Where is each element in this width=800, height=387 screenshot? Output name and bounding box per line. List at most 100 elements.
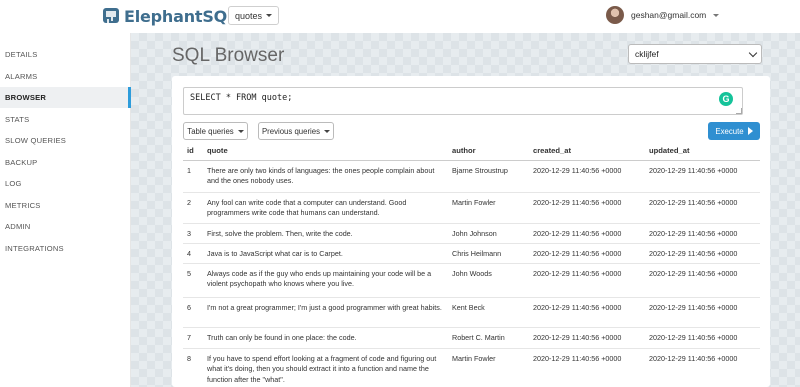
caret-down-icon (266, 14, 273, 17)
execute-label: Execute (715, 126, 744, 136)
results-table: id quote author created_at updated_at 1 … (183, 142, 760, 387)
chevron-down-icon (748, 48, 758, 57)
table-cell: 2020-12-29 11:40:56 +0000 (645, 348, 760, 387)
table-cell: 2020-12-29 11:40:56 +0000 (645, 263, 760, 298)
table-row: 8 If you have to spend effort looking at… (183, 348, 760, 387)
user-menu[interactable]: geshan@gmail.com (606, 6, 720, 24)
sidebar-item-alarms[interactable]: ALARMS (0, 66, 131, 87)
sidebar-item-slow-queries[interactable]: SLOW QUERIES (0, 130, 131, 151)
table-cell: 2 (183, 192, 203, 224)
table-cell: Truth can only be found in one place: th… (203, 327, 448, 349)
table-cell: 2020-12-29 11:40:56 +0000 (645, 223, 760, 244)
table-cell: 3 (183, 223, 203, 244)
logo-text: ElephantSQL (124, 6, 238, 26)
column-header[interactable]: id (183, 142, 203, 161)
table-cell: 2020-12-29 11:40:56 +0000 (529, 348, 645, 387)
table-row: 1 There are only two kinds of languages:… (183, 160, 760, 193)
instance-select-value: quotes (235, 10, 263, 21)
table-row: 3 First, solve the problem. Then, write … (183, 223, 760, 244)
table-cell: If you have to spend effort looking at a… (203, 348, 448, 387)
sidebar-item-label: METRICS (5, 201, 41, 210)
table-cell: I'm not a great programmer; I'm just a g… (203, 297, 448, 328)
table-cell: 5 (183, 263, 203, 298)
sidebar-item-metrics[interactable]: METRICS (0, 195, 131, 216)
user-email: geshan@gmail.com (631, 10, 707, 20)
table-cell: 1 (183, 160, 203, 193)
sidebar-item-label: SLOW QUERIES (5, 136, 67, 145)
table-cell: John Johnson (448, 223, 529, 244)
table-cell: 7 (183, 327, 203, 349)
avatar (606, 6, 624, 24)
logo[interactable]: ElephantSQL (101, 5, 237, 27)
table-cell: First, solve the problem. Then, write th… (203, 223, 448, 244)
table-cell: 2020-12-29 11:40:56 +0000 (645, 192, 760, 224)
table-cell: 2020-12-29 11:40:56 +0000 (529, 160, 645, 193)
table-cell: 6 (183, 297, 203, 328)
table-cell: Martin Fowler (448, 348, 529, 387)
table-cell: 2020-12-29 11:40:56 +0000 (645, 297, 760, 328)
table-cell: There are only two kinds of languages: t… (203, 160, 448, 193)
sidebar-item-label: LOG (5, 179, 22, 188)
instance-select[interactable]: quotes (228, 6, 280, 25)
table-queries-button[interactable]: Table queries (183, 122, 248, 140)
caret-down-icon (324, 129, 331, 133)
table-row: 5 Always code as if the guy who ends up … (183, 263, 760, 298)
table-cell: Martin Fowler (448, 192, 529, 224)
previous-queries-label: Previous queries (261, 126, 321, 136)
column-header[interactable]: author (448, 142, 529, 161)
table-cell: 2020-12-29 11:40:56 +0000 (645, 327, 760, 349)
table-cell: Chris Heilmann (448, 243, 529, 264)
table-cell: Java is to JavaScript what car is to Car… (203, 243, 448, 264)
table-cell: Any fool can write code that a computer … (203, 192, 448, 224)
table-cell: 4 (183, 243, 203, 264)
table-row: 4 Java is to JavaScript what car is to C… (183, 243, 760, 264)
sidebar-item-label: DETAILS (5, 50, 38, 59)
sidebar: DETAILS ALARMS BROWSER STATS SLOW QUERIE… (0, 33, 131, 387)
table-cell: Robert C. Martin (448, 327, 529, 349)
table-cell: 2020-12-29 11:40:56 +0000 (529, 223, 645, 244)
sidebar-item-backup[interactable]: BACKUP (0, 152, 131, 173)
table-cell: 2020-12-29 11:40:56 +0000 (529, 243, 645, 264)
resize-handle[interactable] (736, 108, 742, 114)
grammarly-icon[interactable]: G (719, 92, 733, 106)
column-header[interactable]: updated_at (645, 142, 760, 161)
table-row: 6 I'm not a great programmer; I'm just a… (183, 297, 760, 328)
caret-down-icon (713, 13, 720, 17)
elephant-logo-icon (103, 8, 119, 23)
table-cell: 2020-12-29 11:40:56 +0000 (529, 327, 645, 349)
sidebar-item-label: BROWSER (5, 93, 47, 102)
sql-query-input[interactable]: SELECT * FROM quote; (183, 87, 743, 115)
database-select[interactable]: cklijfef (628, 44, 762, 64)
play-icon (747, 127, 753, 135)
sidebar-item-label: INTEGRATIONS (5, 244, 64, 253)
top-bar: ElephantSQL quotes geshan@gmail.com (0, 0, 800, 33)
sidebar-item-admin[interactable]: ADMIN (0, 216, 131, 237)
column-header[interactable]: quote (203, 142, 448, 161)
column-header[interactable]: created_at (529, 142, 645, 161)
sidebar-item-browser[interactable]: BROWSER (0, 87, 131, 108)
database-select-value: cklijfef (635, 49, 659, 59)
caret-down-icon (237, 129, 244, 133)
sidebar-item-details[interactable]: DETAILS (0, 44, 131, 65)
table-row: 2 Any fool can write code that a compute… (183, 192, 760, 224)
sidebar-item-integrations[interactable]: INTEGRATIONS (0, 238, 131, 259)
execute-button[interactable]: Execute (708, 122, 760, 140)
table-cell: Kent Beck (448, 297, 529, 328)
sidebar-item-label: ADMIN (5, 222, 31, 231)
sidebar-item-stats[interactable]: STATS (0, 109, 131, 130)
table-cell: 2020-12-29 11:40:56 +0000 (529, 263, 645, 298)
table-row: 7 Truth can only be found in one place: … (183, 327, 760, 349)
previous-queries-button[interactable]: Previous queries (258, 122, 334, 140)
sidebar-item-label: STATS (5, 115, 30, 124)
table-cell: Always code as if the guy who ends up ma… (203, 263, 448, 298)
table-cell: 2020-12-29 11:40:56 +0000 (645, 243, 760, 264)
table-cell: 2020-12-29 11:40:56 +0000 (529, 297, 645, 328)
table-cell: John Woods (448, 263, 529, 298)
table-cell: 2020-12-29 11:40:56 +0000 (529, 192, 645, 224)
table-cell: Bjarne Stroustrup (448, 160, 529, 193)
table-cell: 8 (183, 348, 203, 387)
table-queries-label: Table queries (187, 126, 234, 136)
sidebar-item-log[interactable]: LOG (0, 173, 131, 194)
page-title: SQL Browser (172, 45, 285, 66)
sidebar-item-label: ALARMS (5, 72, 38, 81)
